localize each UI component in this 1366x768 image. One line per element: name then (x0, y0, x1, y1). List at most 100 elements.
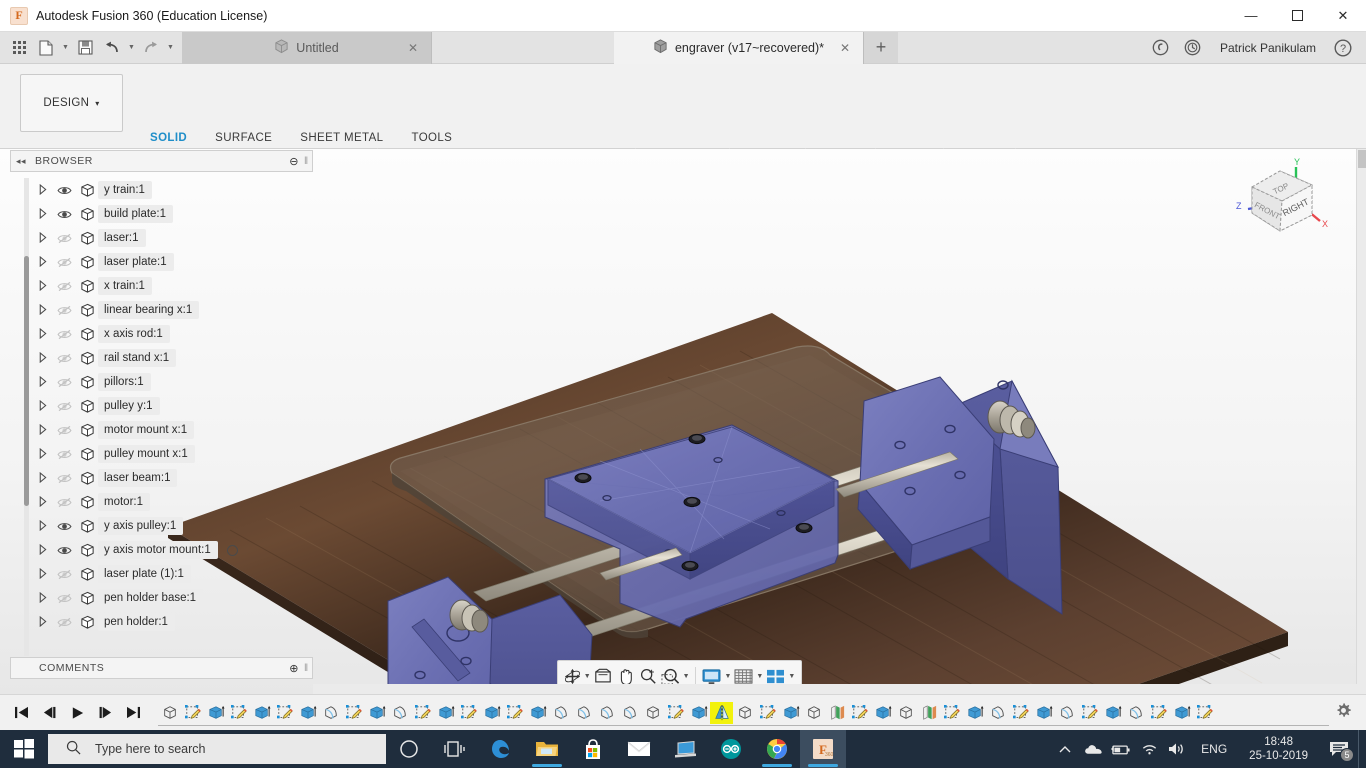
help-circle-icon[interactable] (1146, 32, 1176, 64)
clock[interactable]: 18:48 25-10-2019 (1237, 735, 1320, 764)
timeline-feature-sketch[interactable] (756, 702, 779, 724)
browser-item-laser-1[interactable]: laser:1 (10, 226, 313, 250)
file-menu-caret-icon[interactable]: ▼ (60, 34, 71, 62)
tray-chevron-icon[interactable] (1051, 730, 1079, 768)
timeline-feature-fillet[interactable] (388, 702, 411, 724)
timeline-feature-sketch[interactable] (181, 702, 204, 724)
expand-arrow-icon[interactable] (38, 183, 52, 197)
contact-set-icon[interactable] (226, 544, 238, 556)
visibility-off-icon[interactable] (52, 593, 76, 604)
timeline-feature-sketch[interactable] (342, 702, 365, 724)
remote-desktop-icon[interactable] (662, 730, 708, 768)
expand-arrow-icon[interactable] (38, 519, 52, 533)
grid-caret-icon[interactable]: ▼ (756, 673, 764, 680)
timeline-feature-sketch[interactable] (1078, 702, 1101, 724)
help-question-icon[interactable]: ? (1328, 32, 1358, 64)
expand-arrow-icon[interactable] (38, 447, 52, 461)
expand-arrow-icon[interactable] (38, 231, 52, 245)
expand-arrow-icon[interactable] (38, 255, 52, 269)
chrome-icon[interactable] (754, 730, 800, 768)
action-center-icon[interactable]: 5 (1320, 730, 1358, 768)
fusion360-icon[interactable]: F 360 (800, 730, 846, 768)
maximize-button[interactable] (1274, 0, 1320, 32)
minimize-panel-icon[interactable]: ⊖ (289, 155, 299, 168)
timeline-feature-plane[interactable] (825, 702, 848, 724)
visibility-on-icon[interactable] (52, 545, 76, 556)
expand-arrow-icon[interactable] (38, 615, 52, 629)
browser-item-motor-mount-x-1[interactable]: motor mount x:1 (10, 418, 313, 442)
expand-arrow-icon[interactable] (38, 567, 52, 581)
browser-item-y-axis-pulley-1[interactable]: y axis pulley:1 (10, 514, 313, 538)
workspace-switcher[interactable]: DESIGN ▾ (20, 74, 123, 132)
cortana-icon[interactable] (386, 730, 432, 768)
timeline-feature-extrude[interactable] (250, 702, 273, 724)
timeline-track[interactable] (158, 695, 1329, 731)
timeline-feature-extrude[interactable] (480, 702, 503, 724)
timeline-feature-sketch[interactable] (411, 702, 434, 724)
timeline-feature-extrude[interactable] (296, 702, 319, 724)
step-back-icon[interactable] (40, 703, 58, 723)
document-tab-engraver[interactable]: engraver (v17~recovered)* ✕ (614, 32, 864, 64)
microsoft-store-icon[interactable] (570, 730, 616, 768)
browser-item-rail-stand-x-1[interactable]: rail stand x:1 (10, 346, 313, 370)
timeline-feature-extrude[interactable] (204, 702, 227, 724)
wifi-icon[interactable] (1135, 730, 1163, 768)
visibility-off-icon[interactable] (52, 305, 76, 316)
timeline-feature-sketch[interactable] (503, 702, 526, 724)
visibility-off-icon[interactable] (52, 257, 76, 268)
start-button[interactable] (0, 730, 48, 768)
visibility-off-icon[interactable] (52, 497, 76, 508)
skip-end-icon[interactable] (124, 703, 142, 723)
visibility-off-icon[interactable] (52, 401, 76, 412)
orbit-caret-icon[interactable]: ▼ (583, 673, 591, 680)
show-desktop-button[interactable] (1358, 730, 1366, 768)
timeline-feature-fillet[interactable] (986, 702, 1009, 724)
timeline-feature-sketch[interactable] (940, 702, 963, 724)
browser-item-pen-holder-1[interactable]: pen holder:1 (10, 610, 313, 634)
expand-arrow-icon[interactable] (38, 423, 52, 437)
edge-icon[interactable] (478, 730, 524, 768)
step-forward-icon[interactable] (96, 703, 114, 723)
timeline-feature-sketch[interactable] (457, 702, 480, 724)
arduino-icon[interactable] (708, 730, 754, 768)
viewports-caret-icon[interactable]: ▼ (788, 673, 796, 680)
browser-item-laser-plate-1-1[interactable]: laser plate (1):1 (10, 562, 313, 586)
visibility-off-icon[interactable] (52, 473, 76, 484)
recent-clock-icon[interactable] (1178, 32, 1208, 64)
timeline-feature-extrude[interactable] (779, 702, 802, 724)
expand-arrow-icon[interactable] (38, 399, 52, 413)
timeline-feature-extrude[interactable] (1032, 702, 1055, 724)
visibility-off-icon[interactable] (52, 281, 76, 292)
expand-arrow-icon[interactable] (38, 327, 52, 341)
volume-icon[interactable] (1163, 730, 1191, 768)
resize-grip-icon[interactable]: ‖ (304, 156, 309, 167)
visibility-on-icon[interactable] (52, 521, 76, 532)
visibility-off-icon[interactable] (52, 617, 76, 628)
play-icon[interactable] (68, 703, 86, 723)
file-icon[interactable] (33, 34, 59, 62)
visibility-on-icon[interactable] (52, 185, 76, 196)
timeline-feature-body[interactable] (894, 702, 917, 724)
timeline-feature-extrude[interactable] (687, 702, 710, 724)
collapse-icon[interactable]: ◂◂ (16, 156, 26, 167)
comments-panel-header[interactable]: COMMENTS ⊕ ‖ (10, 657, 313, 679)
timeline-feature-extrude[interactable] (526, 702, 549, 724)
timeline-feature-extrude[interactable] (365, 702, 388, 724)
timeline-feature-sketch[interactable] (1009, 702, 1032, 724)
timeline-feature-extrude[interactable] (963, 702, 986, 724)
browser-item-build-plate-1[interactable]: build plate:1 (10, 202, 313, 226)
browser-item-y-axis-motor-mount-1[interactable]: y axis motor mount:1 (10, 538, 313, 562)
browser-item-laser-beam-1[interactable]: laser beam:1 (10, 466, 313, 490)
close-icon[interactable]: ✕ (837, 40, 853, 56)
expand-arrow-icon[interactable] (38, 471, 52, 485)
minimize-button[interactable]: — (1228, 0, 1274, 32)
viewport-vertical-scrollbar[interactable] (1356, 149, 1366, 694)
timeline-feature-fillet[interactable] (1055, 702, 1078, 724)
timeline-feature-fillet[interactable] (618, 702, 641, 724)
task-view-icon[interactable] (432, 730, 478, 768)
close-icon[interactable]: ✕ (405, 40, 421, 56)
timeline-feature-fillet[interactable] (1124, 702, 1147, 724)
timeline-feature-mirror[interactable] (710, 701, 733, 724)
expand-arrow-icon[interactable] (38, 207, 52, 221)
visibility-off-icon[interactable] (52, 329, 76, 340)
